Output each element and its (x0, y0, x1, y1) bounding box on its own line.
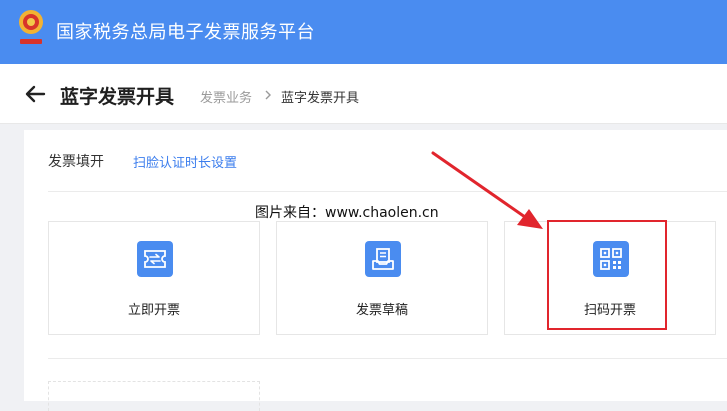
scan-invoice-card[interactable]: 扫码开票 (504, 221, 716, 335)
qr-code-icon (593, 241, 629, 277)
tax-emblem-icon (19, 10, 43, 44)
page-title: 蓝字发票开具 (60, 86, 175, 108)
divider (48, 358, 727, 359)
chevron-right-icon (265, 90, 271, 100)
placeholder-card (48, 381, 260, 411)
app-title: 国家税务总局电子发票服务平台 (56, 22, 315, 43)
top-bar: 国家税务总局电子发票服务平台 (0, 0, 727, 64)
breadcrumb-current: 蓝字发票开具 (281, 91, 360, 106)
section-title: 发票填开 (48, 154, 104, 170)
breadcrumb-item[interactable]: 发票业务 (200, 87, 252, 106)
back-arrow-icon[interactable] (24, 83, 46, 105)
ticket-exchange-icon (137, 241, 173, 277)
page-header: 蓝字发票开具 发票业务 蓝字发票开具 (0, 64, 727, 124)
face-auth-settings-link[interactable]: 扫脸认证时长设置 (133, 152, 237, 171)
issue-invoice-card[interactable]: 立即开票 (48, 221, 260, 335)
card-label: 立即开票 (127, 303, 180, 318)
divider (48, 191, 727, 192)
watermark-text: 图片来自：www.chaolen.cn (255, 205, 439, 221)
card-label: 扫码开票 (583, 303, 636, 318)
invoice-draft-card[interactable]: 发票草稿 (276, 221, 488, 335)
card-label: 发票草稿 (355, 303, 408, 318)
draft-tray-icon (365, 241, 401, 277)
invoice-panel: 发票填开 扫脸认证时长设置 图片来自：www.chaolen.cn 立即开票 发… (24, 130, 727, 411)
